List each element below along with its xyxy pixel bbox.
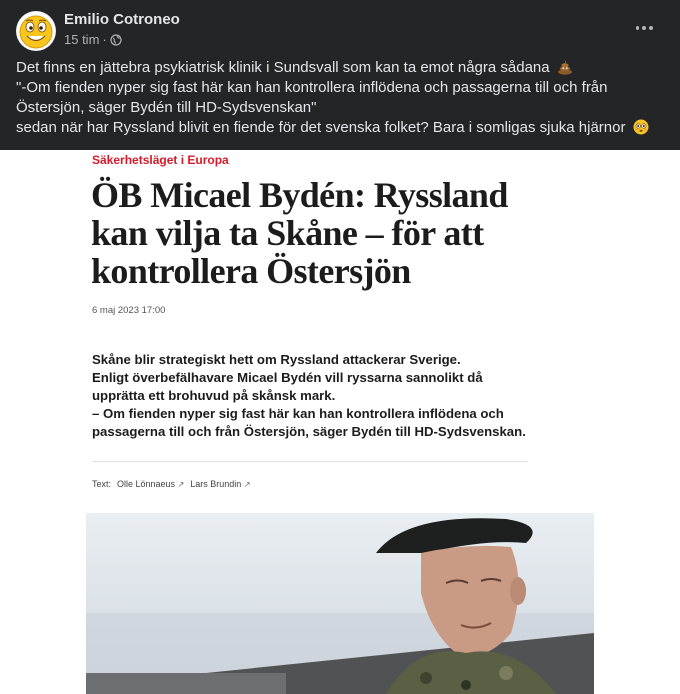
article-byline: Text: Olle Lönnaeus ↗ Lars Brundin ↗ xyxy=(92,479,251,489)
author-avatar[interactable] xyxy=(16,11,56,51)
external-link-icon: ↗ xyxy=(243,480,251,489)
article-date: 6 maj 2023 17:00 xyxy=(92,305,166,316)
author-name[interactable]: Emilio Cotroneo xyxy=(64,11,180,28)
article-divider xyxy=(92,461,528,462)
headline-line: ÖB Micael Bydén: Ryssland xyxy=(91,175,508,215)
more-options-icon[interactable] xyxy=(634,18,654,38)
external-link-icon: ↗ xyxy=(177,480,185,489)
post-header: Emilio Cotroneo 15 tim · xyxy=(0,0,680,60)
globe-icon xyxy=(110,33,122,46)
lead-line: Enligt överbefälhavare Micael Bydén vill… xyxy=(92,370,483,385)
post-text-line: Östersjön, säger Bydén till HD-Sydsvensk… xyxy=(16,99,317,116)
post-time[interactable]: 15 tim xyxy=(64,32,99,47)
post-text-line: sedan när har Ryssland blivit en fiende … xyxy=(16,118,666,138)
post-text: Det finns en jättebra psykiatrisk klinik… xyxy=(16,58,666,138)
lead-line: upprätta ett brohuvud på skånsk mark. xyxy=(92,388,336,403)
article-photo xyxy=(86,513,594,694)
byline-author: Lars Brundin ↗ xyxy=(190,479,251,489)
headline-line: kan vilja ta Skåne – för att xyxy=(91,213,484,253)
meta-separator: · xyxy=(102,32,107,47)
article-headline: ÖB Micael Bydén: Ryssland kan vilja ta S… xyxy=(91,176,561,290)
poop-emoji-icon xyxy=(557,60,572,75)
article-lead: Skåne blir strategiskt hett om Ryssland … xyxy=(92,351,562,441)
byline-label: Text: xyxy=(92,479,112,489)
post-image[interactable]: Säkerhetsläget i Europa ÖB Micael Bydén:… xyxy=(0,150,680,694)
soldier-photo-illustration xyxy=(86,513,594,694)
post-meta: 15 tim · xyxy=(64,32,122,47)
byline-author: Olle Lönnaeus ↗ xyxy=(117,479,185,489)
lead-line: – Om fienden nyper sig fast här kan han … xyxy=(92,406,504,421)
lead-line: passagerna till och från Östersjön, säge… xyxy=(92,424,526,439)
post-text-line: Det finns en jättebra psykiatrisk klinik… xyxy=(16,58,666,78)
lead-line: Skåne blir strategiskt hett om Ryssland … xyxy=(92,352,461,367)
headline-line: kontrollera Östersjön xyxy=(91,251,411,291)
post-text-line: "-Om fienden nyper sig fast här kan han … xyxy=(16,79,608,96)
flushed-face-emoji-icon xyxy=(633,119,649,135)
article-kicker: Säkerhetsläget i Europa xyxy=(92,153,229,167)
smiley-emoji-avatar-icon xyxy=(17,12,55,50)
